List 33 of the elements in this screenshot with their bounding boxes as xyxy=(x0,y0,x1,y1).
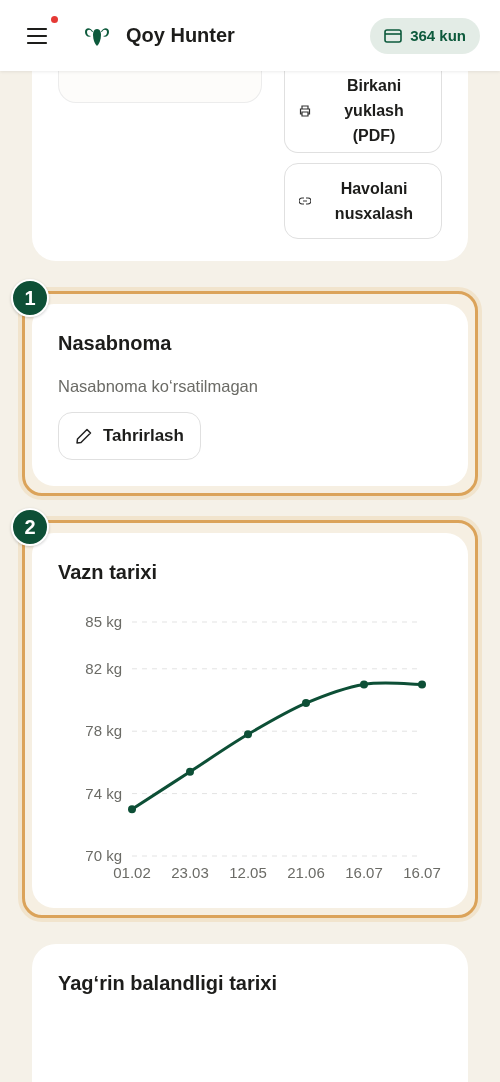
y-tick-label: 70 kg xyxy=(85,847,122,864)
x-tick-label: 23.03 xyxy=(171,864,209,881)
app-title: Qoy Hunter xyxy=(126,24,235,47)
y-tick-label: 74 kg xyxy=(85,784,122,802)
printer-icon xyxy=(299,104,311,117)
step-badge: 1 xyxy=(11,279,49,317)
days-text: 364 kun xyxy=(410,27,466,44)
data-point xyxy=(186,767,194,776)
x-tick-label: 16.07 xyxy=(403,864,441,881)
data-point xyxy=(302,699,310,708)
section-title: Vazn tarixi xyxy=(58,561,158,584)
x-tick-label: 12.05 xyxy=(229,864,267,881)
download-button[interactable]: Birkani yuklash (PDF) xyxy=(284,71,442,153)
data-point xyxy=(128,805,136,814)
card-icon xyxy=(384,28,403,43)
x-tick-label: 21.06 xyxy=(287,864,325,881)
days-badge[interactable]: 364 kun xyxy=(370,17,480,54)
data-point xyxy=(418,680,426,689)
x-tick-label: 16.07 xyxy=(345,864,383,881)
data-point xyxy=(360,680,368,689)
section-title: Yag‘rin balandligi tarixi xyxy=(58,972,278,995)
pencil-icon xyxy=(75,427,93,445)
link-icon xyxy=(299,197,311,205)
copy-link-button[interactable]: Havolani nusxalash xyxy=(284,163,442,239)
y-tick-label: 82 kg xyxy=(85,659,122,677)
y-tick-label: 85 kg xyxy=(85,613,122,630)
empty-text: Nasabnoma ko‘rsatilmagan xyxy=(58,377,259,396)
step-badge: 2 xyxy=(11,508,49,546)
edit-button[interactable]: Tahrirlash xyxy=(58,412,201,460)
y-tick-label: 78 kg xyxy=(85,722,122,740)
section-title: Nasabnoma xyxy=(58,332,173,355)
data-point xyxy=(244,730,252,739)
x-tick-label: 01.02 xyxy=(113,864,151,881)
